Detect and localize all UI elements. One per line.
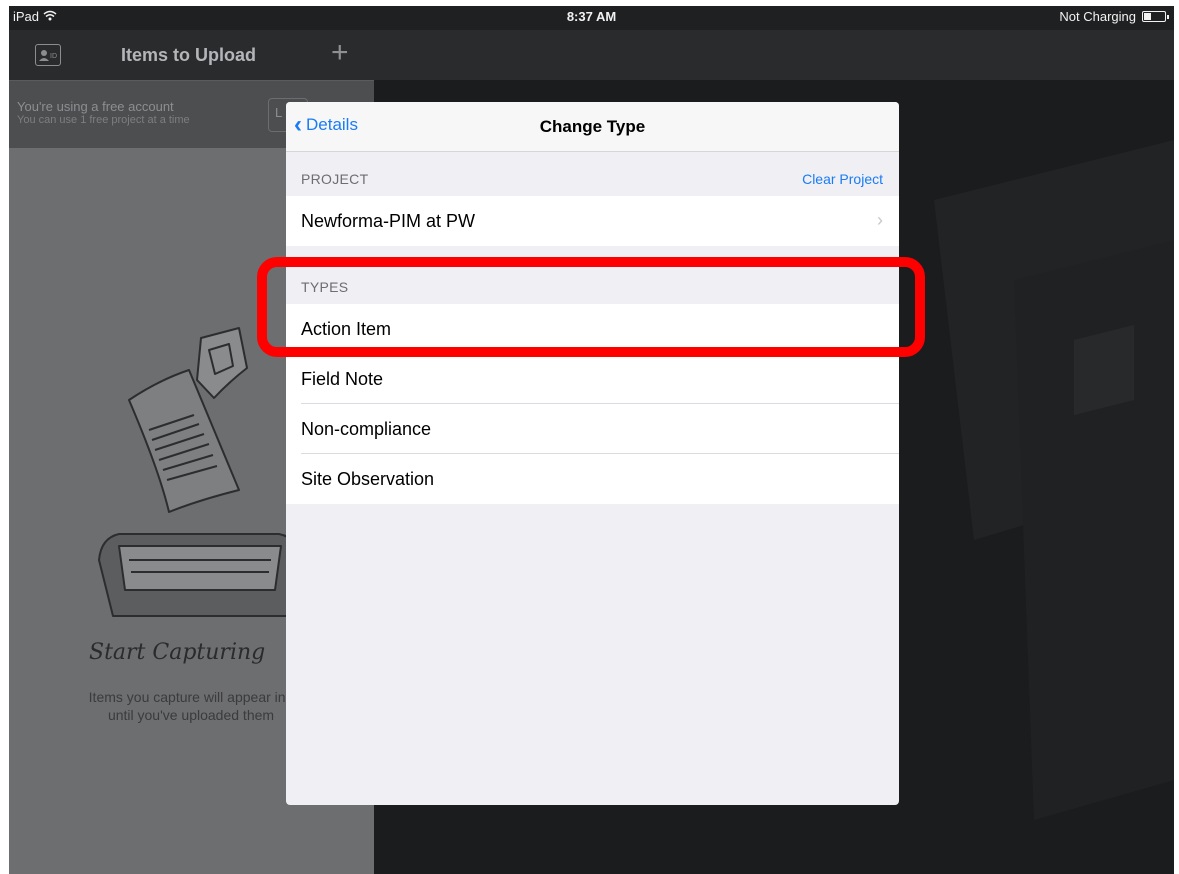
battery-status: Not Charging [1059, 9, 1136, 24]
battery-icon [1142, 11, 1169, 22]
start-capturing-title: Start Capturing [89, 640, 266, 665]
chevron-right-icon: › [877, 210, 883, 230]
project-name: Newforma-PIM at PW [301, 211, 476, 231]
status-right: Not Charging [1059, 9, 1169, 24]
project-header-label: PROJECT [301, 171, 369, 187]
type-row[interactable]: Field Note [286, 354, 899, 404]
modal-title: Change Type [539, 117, 646, 136]
type-label: Non-compliance [301, 419, 432, 439]
project-row[interactable]: Newforma-PIM at PW › [286, 196, 899, 246]
change-type-modal: ‹ Details Change Type PROJECT Clear Proj… [286, 102, 899, 805]
status-bar: iPad 8:37 AM Not Charging [9, 6, 1174, 30]
modal-nav-bar: ‹ Details Change Type [286, 102, 899, 152]
type-row[interactable]: Site Observation [286, 454, 899, 504]
highlight-annotation [257, 257, 925, 357]
svg-text:ID: ID [50, 53, 57, 60]
id-card-icon[interactable]: ID [35, 44, 61, 66]
type-label: Site Observation [301, 469, 435, 489]
left-nav-bar: ID Items to Upload + [9, 30, 374, 80]
type-label: Field Note [301, 369, 384, 389]
ipad-screen: iPad 8:37 AM Not Charging ID Items to Up… [9, 6, 1174, 874]
status-time: 8:37 AM [566, 9, 617, 24]
banner-line-2: You can use 1 free project at a time [17, 114, 190, 126]
project-section-header: PROJECT Clear Project [286, 152, 899, 196]
type-row[interactable]: Non-compliance [286, 404, 899, 454]
plus-icon[interactable]: + [331, 36, 349, 70]
banner-line-1: You're using a free account [17, 99, 174, 114]
clear-project-button[interactable]: Clear Project [802, 171, 883, 187]
right-nav-bar [374, 30, 1174, 80]
left-pane-title: Items to Upload [121, 45, 257, 65]
